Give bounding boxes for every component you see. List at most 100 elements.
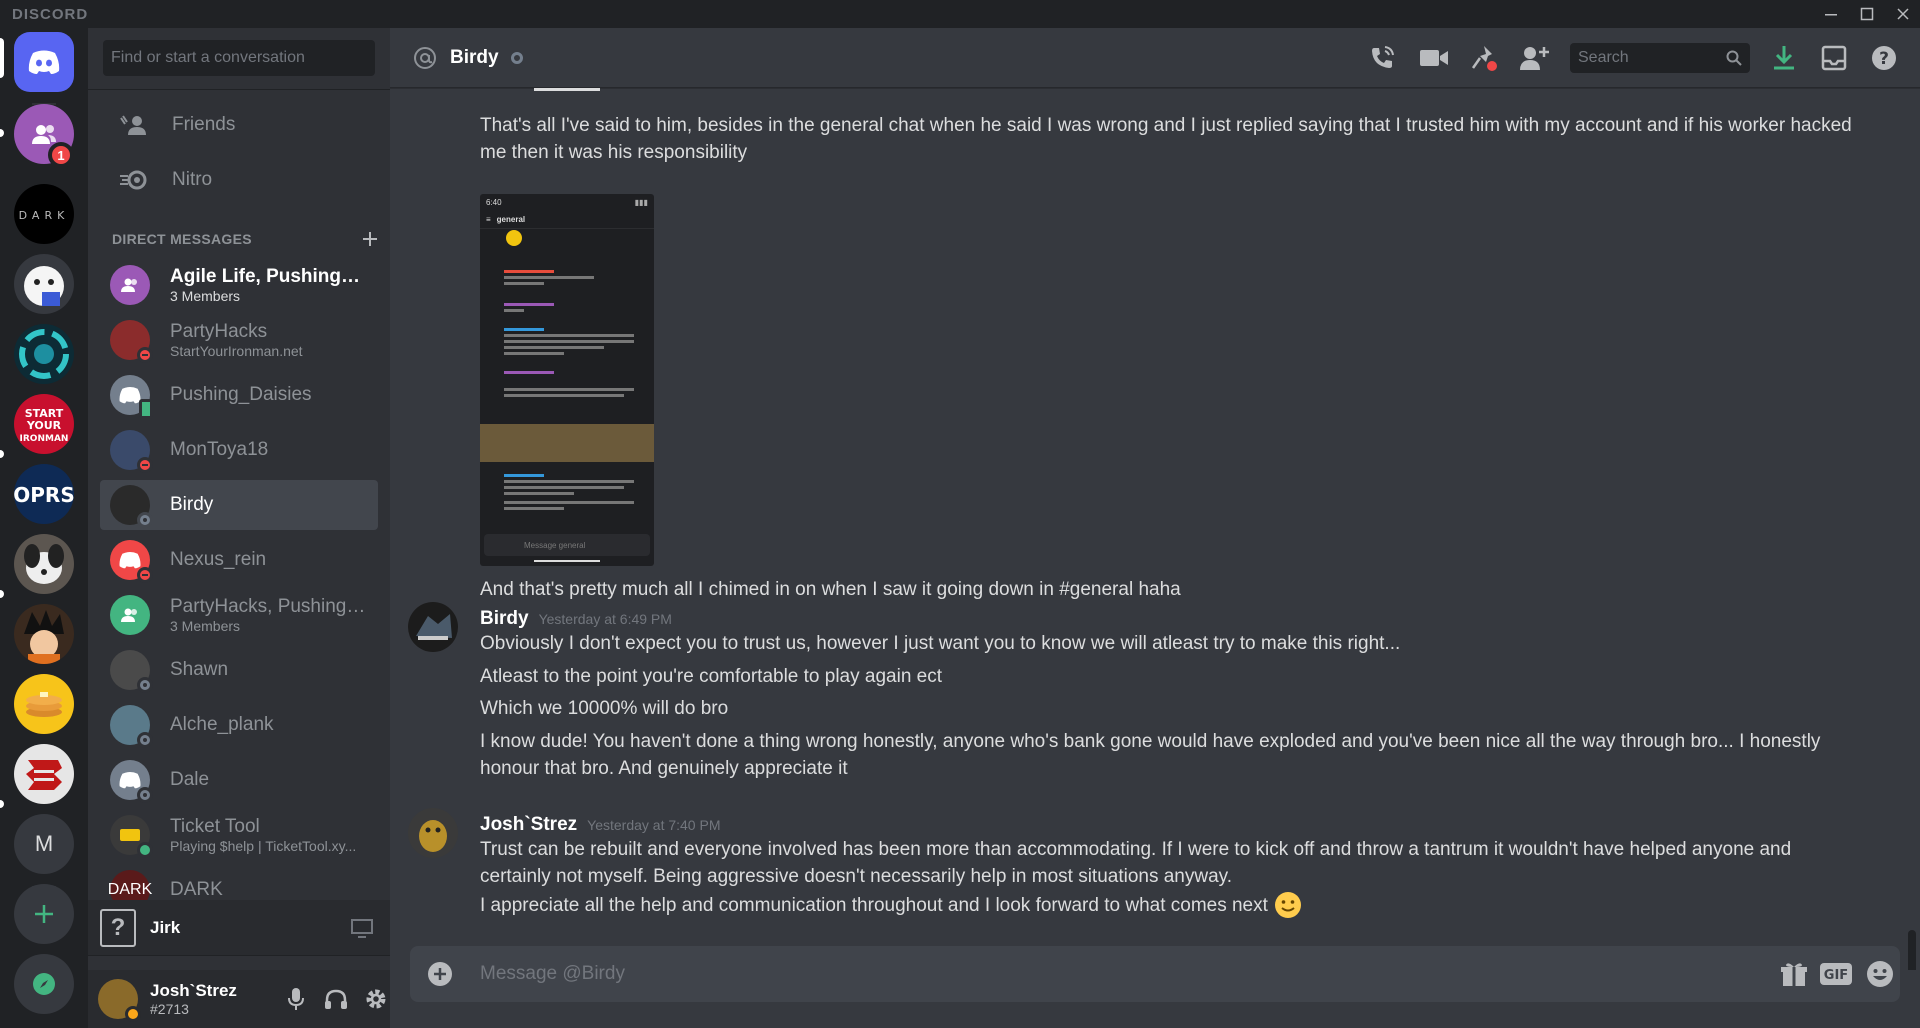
birdy-avatar-icon [416,614,452,640]
voice-user-name: Jirk [150,917,181,937]
upload-plus-icon[interactable] [424,958,456,990]
add-server-button[interactable] [14,884,74,944]
avatar [110,540,153,583]
message-input[interactable] [480,946,1680,1002]
dm-subtitle: Playing $help | TicketTool.xy... [170,838,357,854]
message-content: Which we 10000% will do bro [480,698,729,719]
user-panel: Josh`Strez #2713 [88,970,390,1028]
friends-wave-icon [114,114,154,136]
message-content: Trust can be rebuilt and everyone involv… [480,839,1792,887]
nitro-icon [114,169,154,191]
dm-search-input[interactable] [103,40,375,76]
emoji-picker-icon[interactable] [1864,958,1896,990]
guild-start-your-ironman[interactable]: START YOUR IRONMAN [14,394,74,454]
help-icon[interactable]: ? [1868,42,1900,74]
avatar [110,375,153,419]
compass-icon [33,973,55,995]
headphones-icon[interactable] [320,983,352,1015]
guild-pancake[interactable] [14,674,74,734]
dm-item-ticket-tool[interactable]: Ticket Tool Playing $help | TicketTool.xy… [100,810,378,860]
guild-pet[interactable] [14,534,74,594]
status-offline-icon [137,512,153,528]
avatar[interactable] [408,808,458,858]
inbox-icon[interactable] [1818,42,1850,74]
dm-item-partyhacks-group[interactable]: PartyHacks, Pushing_... 3 Members [100,590,378,640]
dm-item-shawn[interactable]: Shawn [100,645,378,695]
chat-panel: Birdy Search ? That's all I've said to h… [390,28,1920,1028]
message-author[interactable]: Josh`Strez [480,814,577,836]
avatar [110,650,153,693]
scrollbar-thumb[interactable] [1908,930,1916,970]
at-sign-icon [414,46,436,69]
settings-gear-icon[interactable] [360,983,392,1015]
create-dm-plus-icon[interactable] [362,231,378,247]
dm-item-dale[interactable]: Dale [100,755,378,805]
dm-name: Birdy [170,494,214,515]
guild-mascot[interactable] [14,254,74,314]
user-avatar[interactable] [98,979,141,1022]
avatar[interactable] [408,602,458,652]
message-author[interactable]: Birdy [480,608,529,630]
gif-picker-icon[interactable]: GIF [1818,958,1854,990]
phone-channel-header: ≡ general [480,211,654,229]
download-icon[interactable] [1768,42,1800,74]
guild-dark[interactable]: DARK [14,184,74,244]
home-button[interactable] [14,32,74,92]
phone-message-list [486,470,646,510]
anime-icon [24,610,64,664]
pinned-messages-icon[interactable] [1468,42,1500,74]
nav-nitro[interactable]: Nitro [100,155,378,205]
voice-status-bar: ? Jirk [88,900,390,956]
mascot-icon [24,266,64,306]
message-line: I appreciate all the help and communicat… [480,891,1302,919]
gift-icon[interactable] [1778,958,1810,990]
maximize-icon[interactable] [1850,0,1884,28]
avatar [110,815,153,858]
discord-default-avatar-icon [119,552,141,569]
dm-item-partyhacks[interactable]: PartyHacks StartYourIronman.net [100,315,378,365]
nav-nitro-label: Nitro [172,169,213,190]
nav-friends-label: Friends [172,114,236,135]
dog-icon [24,544,64,584]
voice-call-icon[interactable] [1366,42,1398,74]
dm-item-agile-life-group[interactable]: Agile Life, Pushing_D... 3 Members [100,260,378,310]
guild-swirl[interactable] [14,324,74,384]
status-dnd-icon [137,567,153,583]
guild-red[interactable] [14,744,74,804]
minimize-icon[interactable] [1814,0,1848,28]
guild-m[interactable]: M [14,814,74,874]
status-idle-icon [125,1006,141,1022]
header-search-input[interactable]: Search [1570,43,1750,73]
dm-subtitle: StartYourIronman.net [170,343,303,359]
dm-item-dark[interactable]: DARK DARK [100,865,378,905]
guild-rail: 1 DARK START YOUR IRONMAN OPRS M [0,28,88,1028]
message-timestamp: Yesterday at 6:49 PM [538,611,672,627]
channel-title: Birdy [450,46,499,68]
red-logo-icon [26,760,62,790]
guild-anime[interactable] [14,604,74,664]
status-dnd-icon [137,347,153,363]
guild-oprs[interactable]: OPRS [14,464,74,524]
dm-sidebar: Friends Nitro DIRECT MESSAGES Agile Life… [88,28,390,1028]
dm-item-pushing-daisies[interactable]: Pushing_Daisies [100,370,378,420]
video-call-icon[interactable] [1418,42,1450,74]
dm-subtitle: 3 Members [170,618,241,634]
app-brand: DISCORD [12,5,89,23]
swirl-icon [19,329,69,379]
explore-servers-button[interactable] [14,954,74,1014]
svg-text:?: ? [1879,49,1889,69]
microphone-icon[interactable] [280,983,312,1015]
unread-pip [0,450,4,458]
guild-letter: M [34,831,54,856]
phone-composer-placeholder: Message general [524,540,586,550]
image-attachment[interactable]: 6:40 ▮▮▮ ≡ general Message general [480,194,654,566]
dm-item-alche-plank[interactable]: Alche_plank [100,700,378,750]
dm-item-montoya18[interactable]: MonToya18 [100,425,378,475]
avatar [110,705,153,748]
screen-share-icon[interactable] [350,918,374,938]
dm-item-nexus-rein[interactable]: Nexus_rein [100,535,378,585]
close-icon[interactable] [1886,0,1920,28]
nav-friends[interactable]: Friends [100,100,378,150]
add-friend-to-dm-icon[interactable] [1518,42,1550,74]
dm-item-birdy[interactable]: Birdy [100,480,378,530]
